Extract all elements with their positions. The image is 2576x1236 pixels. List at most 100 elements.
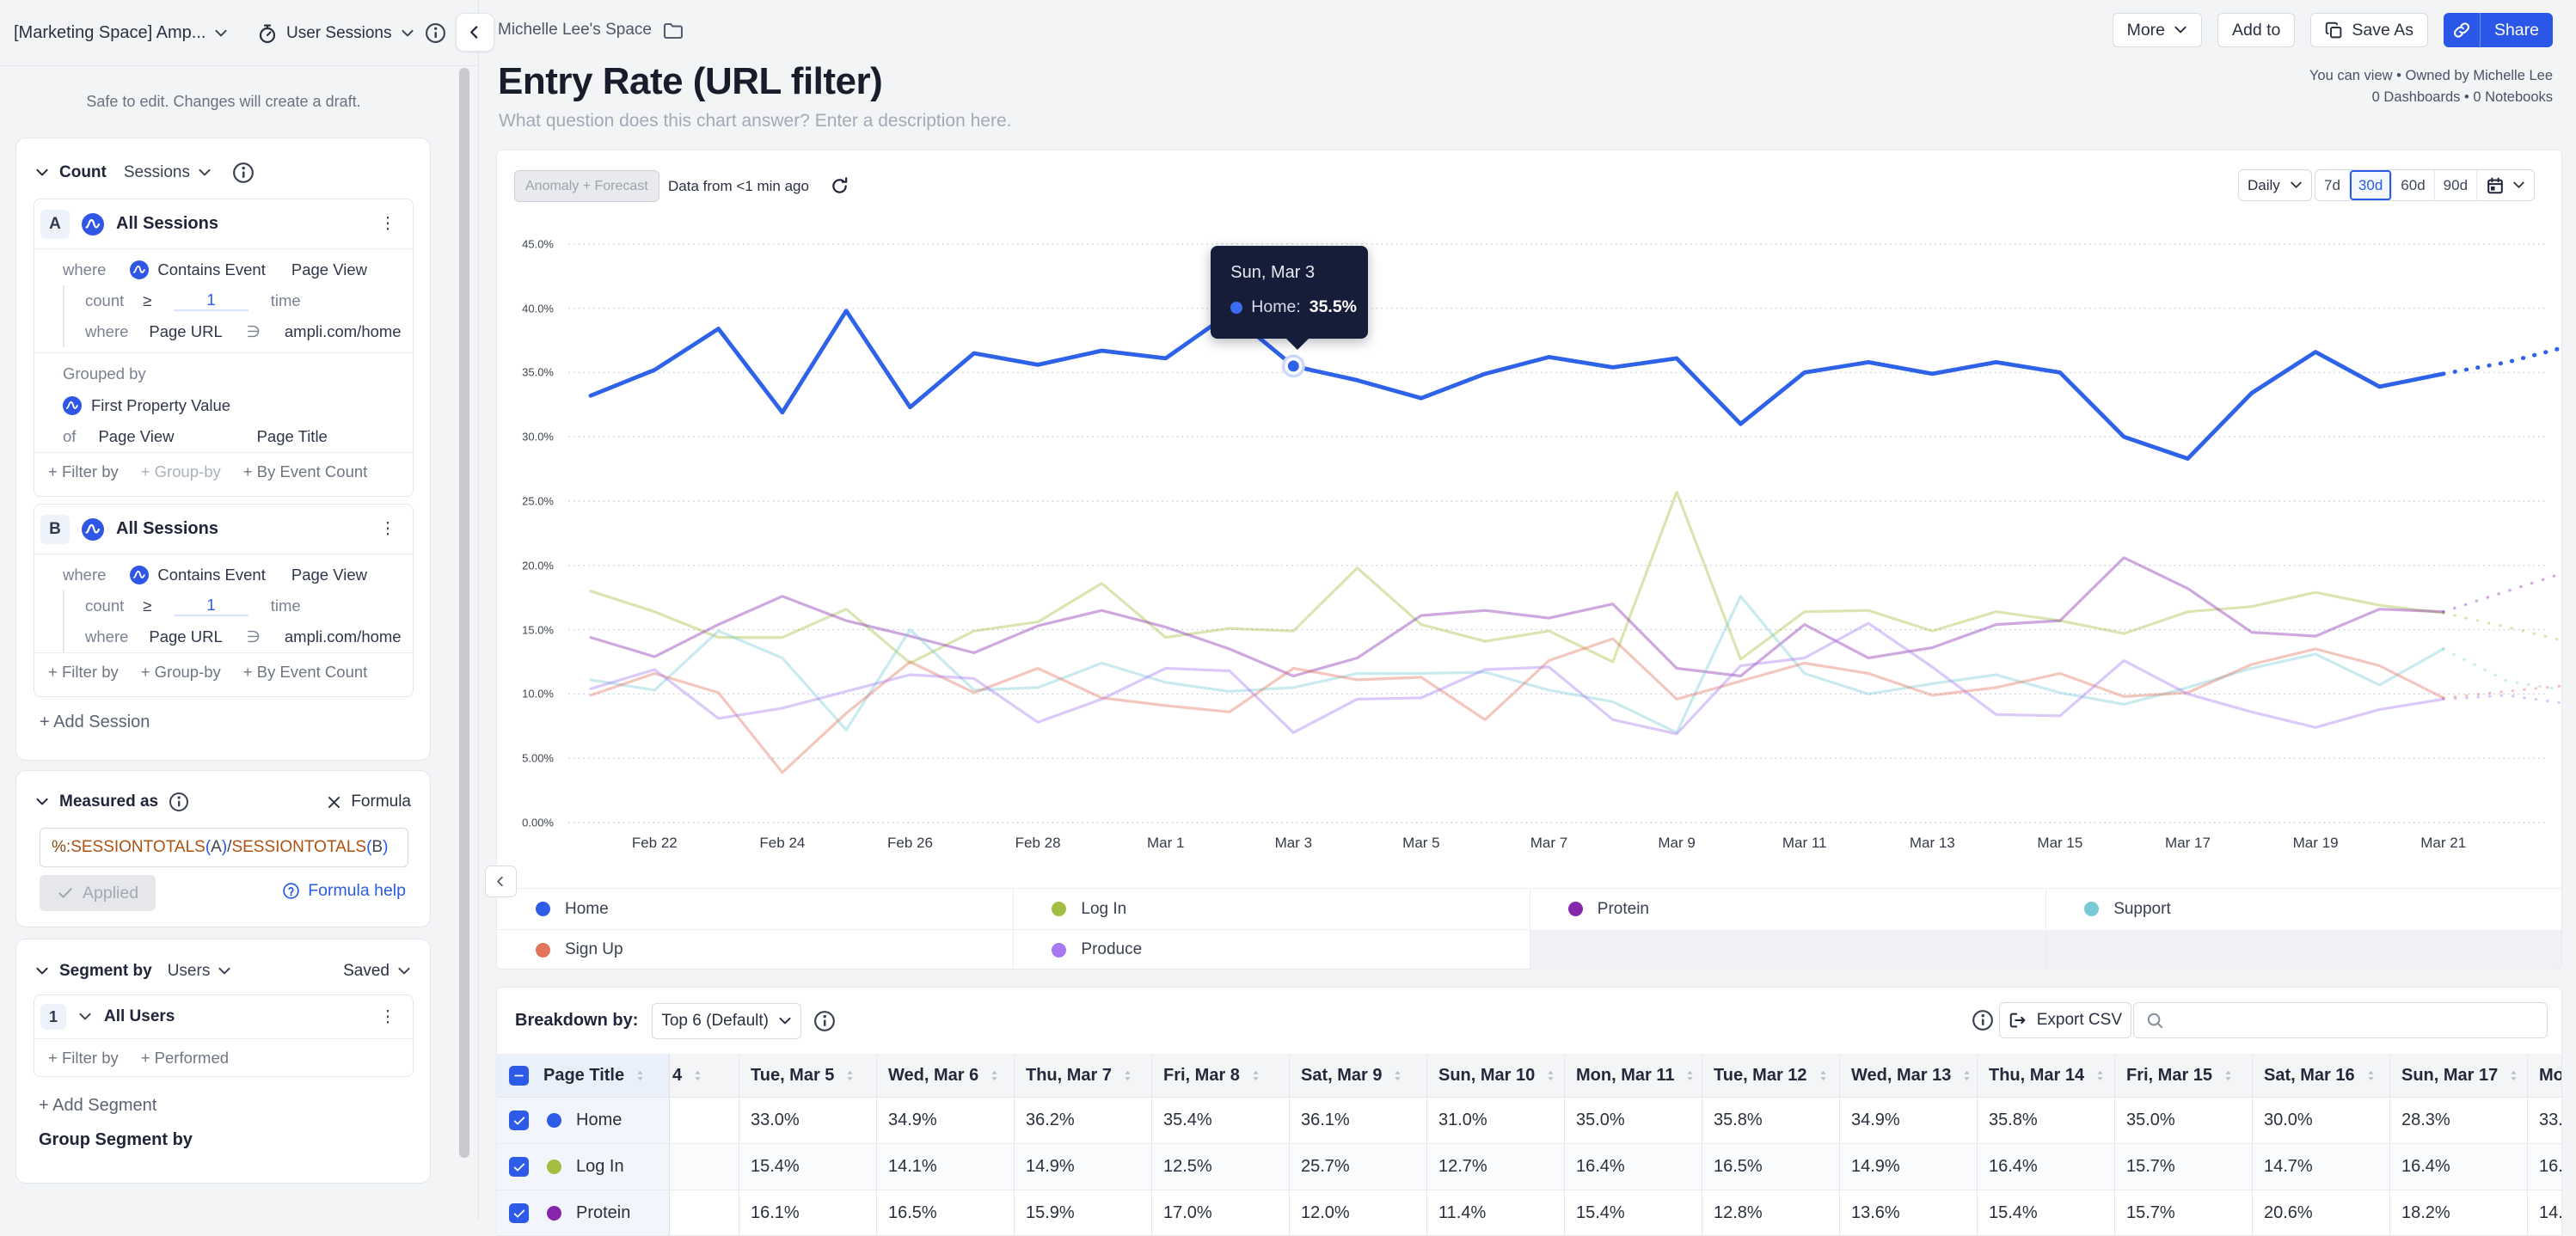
info-icon[interactable] xyxy=(813,1010,836,1032)
add-to-button[interactable]: Add to xyxy=(2217,13,2295,47)
save-as-button[interactable]: Save As xyxy=(2310,13,2428,47)
series-line-support[interactable] xyxy=(591,597,2444,733)
table-search[interactable] xyxy=(2133,1002,2548,1038)
sort-icon[interactable] xyxy=(1960,1068,1974,1083)
filter-by-link[interactable]: + Filter by xyxy=(48,462,119,481)
series-line-protein[interactable] xyxy=(591,558,2444,676)
sort-icon[interactable] xyxy=(633,1068,647,1083)
date-column-header[interactable]: Thu, Mar 14 xyxy=(1977,1054,2114,1098)
sort-icon[interactable] xyxy=(1816,1068,1831,1083)
collapse-measured-icon[interactable] xyxy=(35,795,49,809)
session-card-header[interactable]: A All Sessions ⋮ xyxy=(34,199,413,249)
sort-icon[interactable] xyxy=(690,1068,705,1083)
date-column-header[interactable]: Sun, Mar 17 xyxy=(2389,1054,2527,1098)
group-segment-by-label[interactable]: Group Segment by xyxy=(39,1130,193,1150)
add-session-link[interactable]: + Add Session xyxy=(40,713,150,732)
series-line-produce[interactable] xyxy=(591,623,2444,734)
row-label-cell[interactable]: Log In xyxy=(532,1144,669,1190)
breadcrumb[interactable]: Michelle Lee's Space xyxy=(498,12,683,48)
page-description-placeholder[interactable]: What question does this chart answer? En… xyxy=(499,111,1012,132)
sort-icon[interactable] xyxy=(1543,1068,1558,1083)
info-icon[interactable] xyxy=(232,162,255,184)
legend-item-produce[interactable]: Produce xyxy=(1013,930,1529,970)
add-segment-link[interactable]: + Add Segment xyxy=(39,1096,156,1116)
table-search-input[interactable] xyxy=(2174,1011,2536,1030)
segment-unit-selector[interactable]: Users xyxy=(168,962,232,981)
sort-icon[interactable] xyxy=(1683,1068,1697,1083)
date-column-header[interactable]: Wed, Mar 6 xyxy=(876,1054,1014,1098)
series-line-sign-up[interactable] xyxy=(591,639,2444,773)
copy-link-button[interactable] xyxy=(2444,13,2481,47)
segment-performed-link[interactable]: + Performed xyxy=(141,1049,229,1068)
date-column-header[interactable]: Tue, Mar 12 xyxy=(1702,1054,1839,1098)
date-column-header[interactable]: Mon, Mar 18 xyxy=(2527,1054,2562,1098)
space-selector[interactable]: [Marketing Space] Amp... xyxy=(14,0,228,66)
session-card-header[interactable]: B All Sessions ⋮ xyxy=(34,505,413,554)
info-icon[interactable] xyxy=(1972,1009,1994,1031)
row-checkbox[interactable] xyxy=(509,1111,529,1130)
sort-icon[interactable] xyxy=(1390,1068,1405,1083)
chart-type-selector[interactable]: User Sessions xyxy=(257,0,414,66)
session-kebab-menu[interactable]: ⋮ xyxy=(377,526,399,532)
collapse-sidebar-button[interactable] xyxy=(456,13,494,52)
collapse-segment-icon[interactable] xyxy=(35,964,49,978)
sort-icon[interactable] xyxy=(843,1068,857,1083)
legend-item-sign-up[interactable]: Sign Up xyxy=(497,930,1013,970)
sort-icon[interactable] xyxy=(1248,1068,1263,1083)
date-column-header[interactable]: Fri, Mar 15 xyxy=(2114,1054,2252,1098)
session-kebab-menu[interactable]: ⋮ xyxy=(377,221,399,227)
info-icon[interactable] xyxy=(169,792,189,812)
row-checkbox[interactable] xyxy=(509,1157,529,1177)
marker-dot[interactable] xyxy=(1288,360,1299,371)
date-column-header[interactable]: Sun, Mar 10 xyxy=(1426,1054,1564,1098)
row-label-cell[interactable]: Home xyxy=(532,1098,669,1144)
count-value-input[interactable]: 1 xyxy=(174,291,248,311)
segment-kebab-menu[interactable]: ⋮ xyxy=(377,1014,399,1020)
sidebar-scrollbar-thumb[interactable] xyxy=(459,68,469,1158)
legend-item-home[interactable]: Home xyxy=(497,889,1013,929)
legend-item-protein[interactable]: Protein xyxy=(1530,889,2045,929)
sort-icon[interactable] xyxy=(1120,1068,1135,1083)
url-condition-row[interactable]: where Page URL ∋ ampli.com/home xyxy=(64,621,413,652)
info-icon[interactable] xyxy=(425,22,446,44)
segment-name[interactable]: All Users xyxy=(104,1007,365,1026)
by-event-count-link[interactable]: + By Event Count xyxy=(243,462,368,481)
where-event-row[interactable]: where Contains Event Page View xyxy=(34,560,413,590)
legend-item-support[interactable]: Support xyxy=(2045,889,2561,929)
formula-toggle[interactable]: Formula xyxy=(326,792,411,811)
clipped-column-header[interactable]: 4 xyxy=(669,1054,739,1098)
legend-item-log-in[interactable]: Log In xyxy=(1013,889,1529,929)
sort-icon[interactable] xyxy=(2093,1068,2107,1083)
saved-selector[interactable]: Saved xyxy=(343,962,411,981)
date-column-header[interactable]: Tue, Mar 5 xyxy=(739,1054,876,1098)
share-button[interactable]: Share xyxy=(2444,13,2553,47)
select-all-checkbox[interactable] xyxy=(509,1066,529,1086)
filter-by-link[interactable]: + Filter by xyxy=(48,663,119,682)
by-event-count-link[interactable]: + By Event Count xyxy=(243,663,368,682)
date-column-header[interactable]: Mon, Mar 11 xyxy=(1564,1054,1702,1098)
date-column-header[interactable]: Sat, Mar 9 xyxy=(1289,1054,1426,1098)
count-condition-row[interactable]: count ≥ 1 time xyxy=(64,285,413,316)
applied-button[interactable]: Applied xyxy=(40,875,156,911)
scroll-chart-left-button[interactable] xyxy=(485,866,517,897)
more-button[interactable]: More xyxy=(2113,13,2202,47)
chevron-down-icon[interactable] xyxy=(78,1010,92,1024)
url-condition-row[interactable]: where Page URL ∋ ampli.com/home xyxy=(64,316,413,347)
sort-icon[interactable] xyxy=(2506,1068,2521,1083)
where-event-row[interactable]: where Contains Event Page View xyxy=(34,254,413,285)
group-by-link[interactable]: + Group-by xyxy=(141,462,221,481)
group-property-row[interactable]: First Property Value xyxy=(34,389,413,421)
line-chart[interactable] xyxy=(497,150,2561,888)
group-of-row[interactable]: of Page View Page Title xyxy=(34,421,413,452)
formula-help-link[interactable]: Formula help xyxy=(282,881,406,901)
formula-input[interactable]: %:SESSIONTOTALS(A)/SESSIONTOTALS(B) xyxy=(40,828,408,867)
date-column-header[interactable]: Wed, Mar 13 xyxy=(1839,1054,1977,1098)
count-value-input[interactable]: 1 xyxy=(174,596,248,616)
row-label-cell[interactable]: Protein xyxy=(532,1190,669,1236)
group-by-link[interactable]: + Group-by xyxy=(141,663,221,682)
page-title-header[interactable]: Page Title xyxy=(532,1054,669,1098)
top-n-dropdown[interactable]: Top 6 (Default) xyxy=(652,1003,801,1039)
collapse-count-icon[interactable] xyxy=(35,166,49,180)
session-name[interactable]: All Sessions xyxy=(116,214,365,234)
date-column-header[interactable]: Fri, Mar 8 xyxy=(1151,1054,1289,1098)
